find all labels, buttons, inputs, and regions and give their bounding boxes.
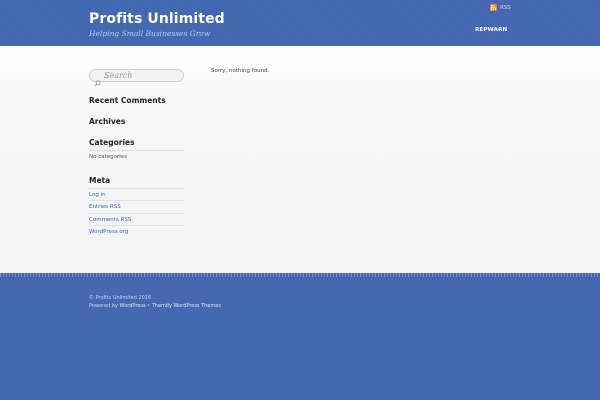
- site-footer: © Profits Unlimited 2016 Powered by Word…: [0, 277, 600, 400]
- archives-title: Archives: [89, 117, 126, 126]
- powered-by-text: Powered by WordPress • Themify WordPress…: [89, 303, 221, 309]
- rss-link[interactable]: RSS: [490, 4, 511, 11]
- themify-link[interactable]: Themify WordPress Themes: [152, 303, 221, 309]
- powered-prefix: Powered by: [89, 303, 118, 309]
- search-icon: [94, 72, 101, 87]
- meta-title: Meta: [89, 176, 111, 185]
- site-header: Profits Unlimited Helping Small Business…: [0, 0, 600, 46]
- main-area: Recent Comments Archives Categories No c…: [0, 46, 600, 274]
- meta-divider: [89, 213, 184, 214]
- meta-divider: [89, 188, 184, 189]
- meta-divider: [89, 225, 184, 226]
- site-title-link[interactable]: Profits Unlimited: [89, 11, 225, 27]
- recent-comments-title: Recent Comments: [89, 96, 166, 105]
- meta-link-log-in[interactable]: Log in: [89, 192, 106, 198]
- search-input[interactable]: [104, 70, 182, 81]
- meta-link-entries-rss[interactable]: Entries RSS: [89, 204, 121, 210]
- rss-label: RSS: [500, 4, 511, 11]
- nothing-found-message: Sorry, nothing found.: [211, 68, 270, 74]
- meta-divider: [89, 200, 184, 201]
- categories-title: Categories: [89, 138, 135, 147]
- nav-item-repwarn[interactable]: REPWARN: [475, 27, 507, 33]
- categories-divider: [89, 150, 184, 151]
- rss-icon: [490, 4, 497, 11]
- categories-empty-text: No categories: [89, 154, 128, 160]
- meta-link-comments-rss[interactable]: Comments RSS: [89, 217, 131, 223]
- search-form[interactable]: [89, 69, 184, 87]
- meta-link-wordpress-org[interactable]: WordPress.org: [89, 229, 128, 235]
- site-tagline: Helping Small Businesses Grow: [89, 29, 211, 38]
- copyright-text: © Profits Unlimited 2016: [89, 295, 152, 301]
- wordpress-link[interactable]: WordPress: [120, 303, 146, 309]
